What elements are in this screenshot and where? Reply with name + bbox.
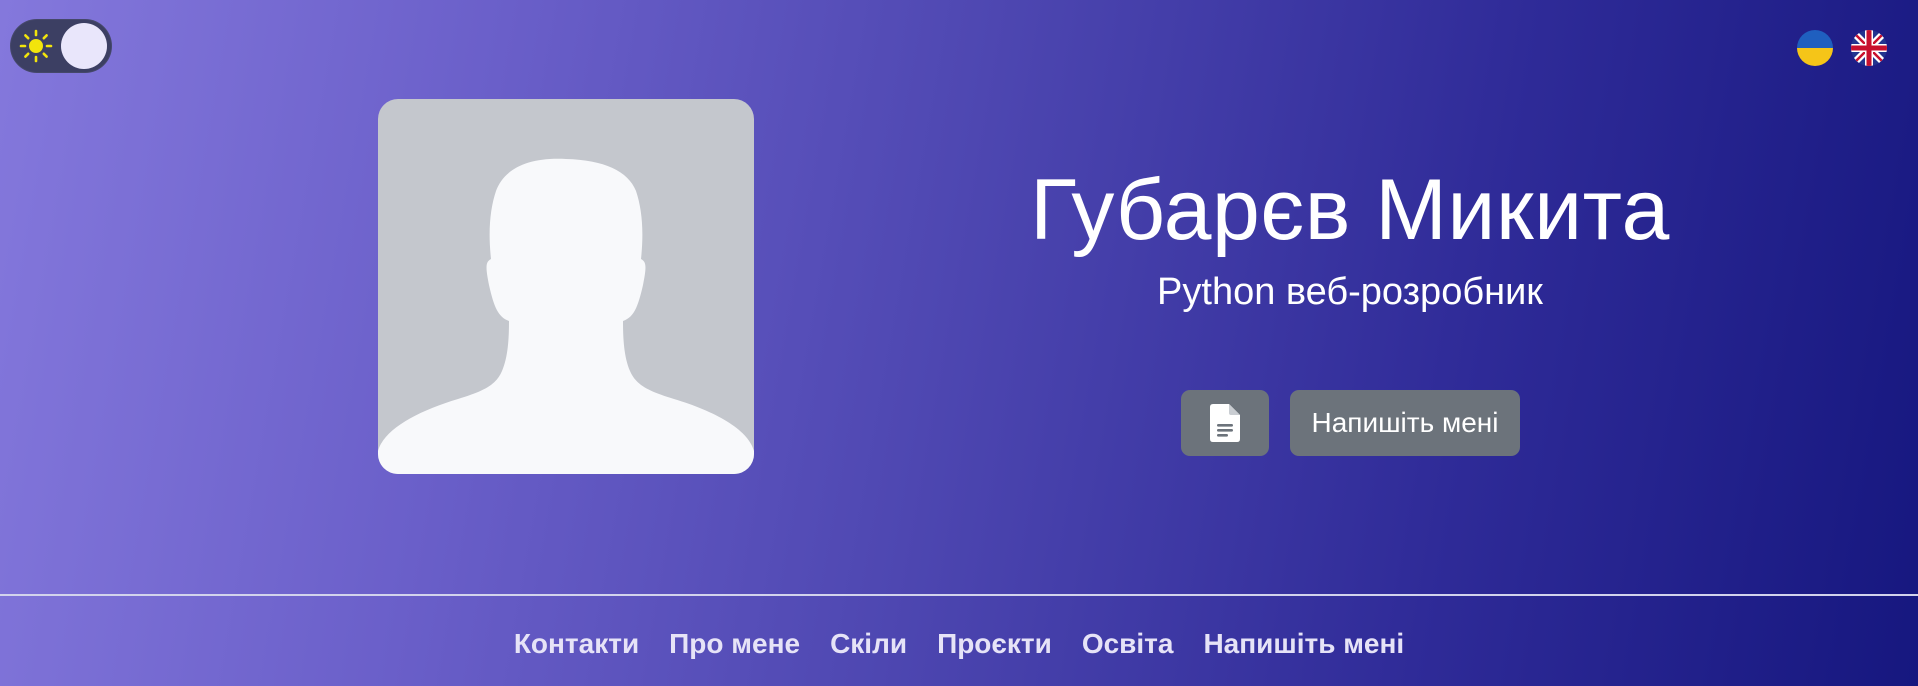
nav-item-about[interactable]: Про мене [669,624,800,664]
nav-item-contacts[interactable]: Контакти [514,624,639,664]
page: Губарєв Микита Python веб-розробник Напи… [0,0,1918,686]
page-subtitle: Python веб-розробник [1157,271,1543,313]
nav-item-contact-me[interactable]: Напишіть мені [1203,624,1404,664]
document-icon [1210,404,1240,442]
flag-uk-icon[interactable] [1851,30,1887,66]
nav-item-skills[interactable]: Скіли [830,624,907,664]
avatar [378,99,754,474]
bottom-nav: Контакти Про мене Скіли Проєкти Освіта Напиші… [0,624,1918,664]
nav-item-education[interactable]: Освіта [1082,624,1174,664]
divider [0,594,1918,596]
cv-button[interactable] [1181,390,1269,456]
contact-me-button[interactable]: Напишіть мені [1290,390,1520,456]
sun-icon [19,29,53,63]
page-title: Губарєв Микита [1030,162,1670,258]
theme-toggle[interactable] [10,19,112,73]
user-silhouette-icon [378,158,754,474]
toggle-knob[interactable] [61,23,107,69]
flag-ukraine-icon[interactable] [1797,30,1833,66]
nav-item-projects[interactable]: Проєкти [937,624,1052,664]
